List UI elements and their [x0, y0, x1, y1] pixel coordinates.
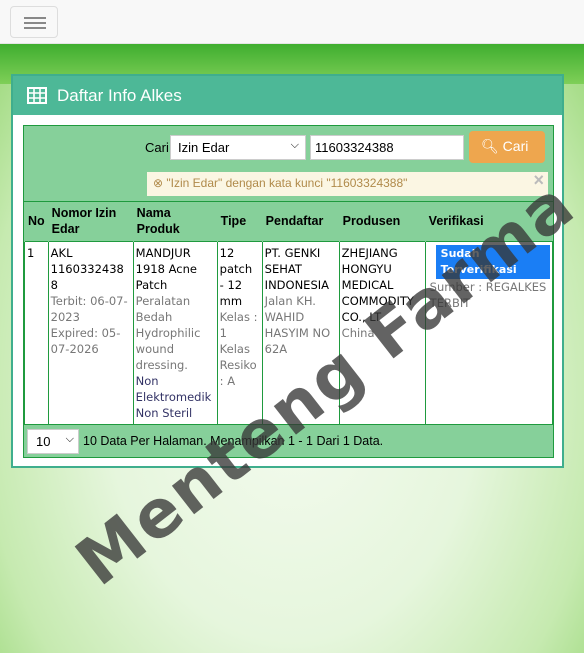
- per-page-value: 10: [36, 433, 51, 449]
- col-tipe: Tipe: [216, 202, 263, 241]
- pagination-info: 10 Data Per Halaman. Menampilkan 1 - 1 D…: [83, 434, 384, 448]
- search-label: Cari: [145, 140, 169, 155]
- search-button[interactable]: 🔍︎ Cari: [469, 131, 545, 163]
- product-name: MANDJUR 1918 Acne Patch: [135, 245, 197, 292]
- content-box: Cari Izin Edar ⌵ 11603324388 🔍︎ Cari ⊗ "I…: [23, 125, 554, 458]
- chevron-down-icon: ⌵: [65, 432, 74, 445]
- source: Sumber : REGALKES TERBIT: [429, 279, 547, 310]
- nomor-izin: AKL 11603324388: [50, 245, 124, 292]
- top-navbar: [0, 0, 584, 44]
- alkes-panel: Daftar Info Alkes Cari Izin Edar ⌵ 116033…: [11, 74, 564, 468]
- col-nama: Nama Produk: [132, 202, 218, 241]
- registrant-address: Jalan KH. WAHID HASYIM NO 62A: [264, 293, 331, 356]
- menu-toggle-button[interactable]: [10, 6, 58, 38]
- cell-verifikasi: Sudah Terverifikasi Sumber : REGALKES TER…: [424, 240, 554, 425]
- expired-date: Expired: 05-07-2026: [50, 325, 121, 356]
- search-alert: ⊗ "Izin Edar" dengan kata kunci "1160332…: [147, 170, 548, 196]
- manufacturer: ZHEJIANG HONGYU MEDICAL COMMODITY CO., L…: [341, 245, 414, 324]
- table-row: 1 AKL 11603324388 Terbit: 06-07-2023 Expir…: [24, 240, 554, 425]
- search-input[interactable]: 11603324388: [310, 135, 464, 160]
- terbit-date: Terbit: 06-07-2023: [50, 293, 128, 324]
- pagination-footer: 10 ⌵ 10 Data Per Halaman. Menampilkan 1 -…: [24, 424, 553, 457]
- table-icon: [27, 87, 47, 104]
- col-verifikasi: Verifikasi: [424, 202, 553, 241]
- alert-text: "Izin Edar" dengan kata kunci "116033243…: [166, 176, 408, 190]
- panel-header: Daftar Info Alkes: [13, 76, 562, 115]
- per-page-select[interactable]: 10 ⌵: [27, 428, 79, 454]
- selected-value: Izin Edar: [178, 140, 230, 155]
- search-bar: Cari Izin Edar ⌵ 11603324388 🔍︎ Cari ⊗ "I…: [24, 126, 553, 202]
- chevron-down-icon: ⌵: [290, 139, 299, 151]
- search-field-select[interactable]: Izin Edar ⌵: [170, 135, 306, 160]
- table-header-row: No Nomor Izin Edar Nama Produk Tipe Pend…: [24, 202, 553, 241]
- cell-no: 1: [24, 240, 49, 425]
- product-category: Peralatan Bedah Hydrophilic wound dressi…: [135, 293, 201, 372]
- search-button-label: Cari: [502, 138, 529, 154]
- col-nomor: Nomor Izin Edar: [47, 202, 134, 241]
- status-badge: Sudah Terverifikasi: [435, 244, 550, 279]
- col-pendaftar: Pendaftar: [261, 202, 340, 241]
- search-icon: 🔍︎: [481, 138, 499, 154]
- country: China: [341, 325, 375, 340]
- alkes-table: No Nomor Izin Edar Nama Produk Tipe Pend…: [24, 202, 554, 425]
- cell-nomor: AKL 11603324388 Terbit: 06-07-2023 Expired…: [47, 240, 134, 425]
- close-icon[interactable]: ×: [533, 170, 544, 191]
- cell-nama: MANDJUR 1918 Acne Patch Peralatan Bedah H…: [132, 240, 218, 425]
- risk-class: Kelas Resiko : A: [219, 341, 257, 388]
- cell-produsen: ZHEJIANG HONGYU MEDICAL COMMODITY CO., L…: [338, 240, 426, 425]
- remove-circle-icon[interactable]: ⊗: [153, 176, 163, 190]
- cell-tipe: 12 patch - 12 mm Kelas : 1 Kelas Resiko : …: [216, 240, 263, 425]
- col-no: No: [24, 202, 49, 241]
- col-produsen: Produsen: [338, 202, 426, 241]
- page-title: Daftar Info Alkes: [57, 85, 182, 105]
- type: 12 patch - 12 mm: [219, 245, 253, 308]
- product-kind: Non Elektromedik Non Steril: [135, 373, 212, 420]
- class: Kelas : 1: [219, 309, 258, 340]
- registrant: PT. GENKI SEHAT INDONESIA: [264, 245, 329, 292]
- cell-pendaftar: PT. GENKI SEHAT INDONESIA Jalan KH. WAHID…: [261, 240, 340, 425]
